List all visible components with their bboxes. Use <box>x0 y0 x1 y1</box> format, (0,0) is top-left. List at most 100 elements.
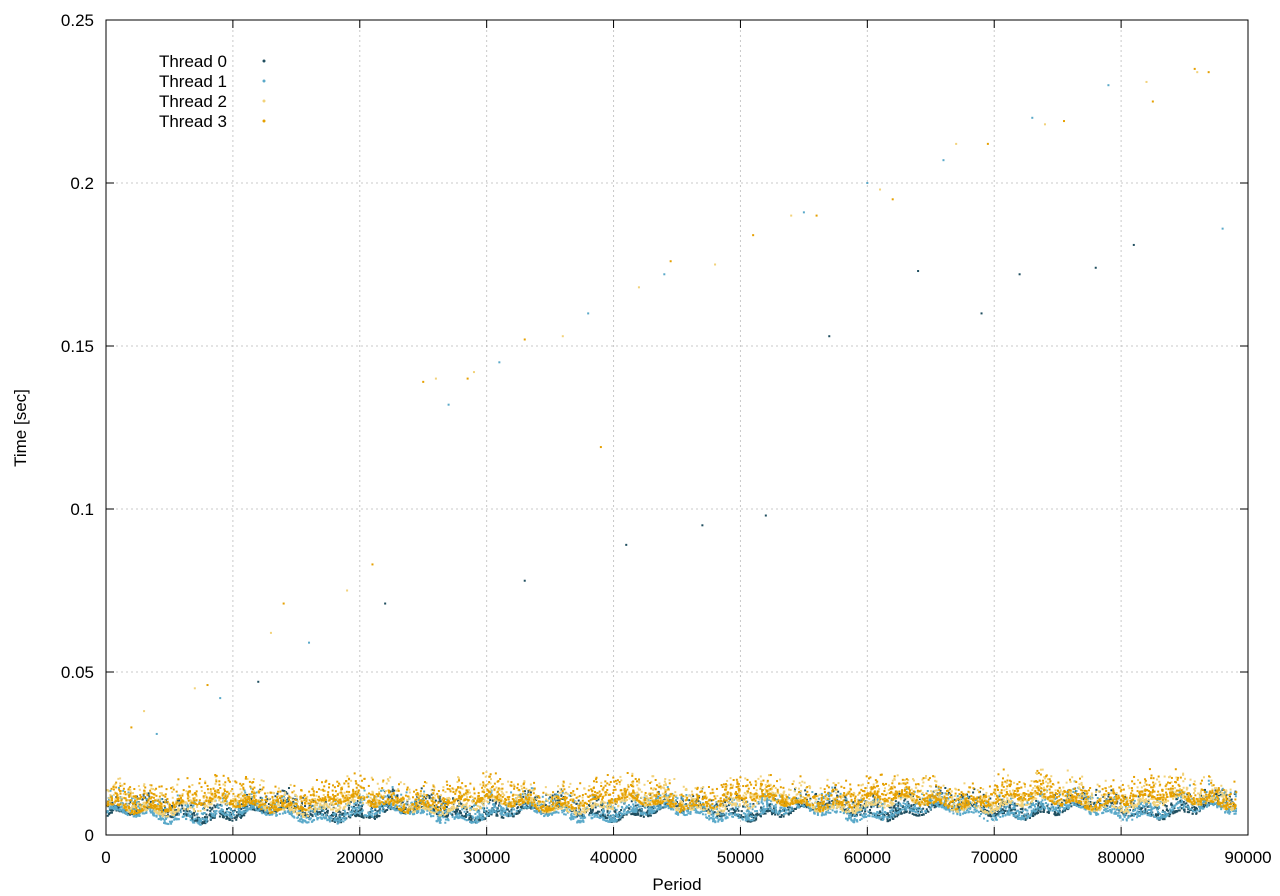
series-point <box>484 817 487 820</box>
series-point <box>1106 807 1109 810</box>
series-point <box>625 812 628 815</box>
series-point <box>330 817 333 820</box>
series-point <box>1142 806 1145 809</box>
series-point <box>816 813 819 816</box>
series-point <box>165 817 168 820</box>
series-point <box>613 816 616 819</box>
series-point <box>508 810 511 813</box>
series-point <box>108 813 111 816</box>
series-point <box>1158 812 1161 815</box>
series-point <box>1030 809 1033 812</box>
series-point <box>1125 819 1128 822</box>
series-point <box>200 812 203 815</box>
series-point <box>1113 812 1116 815</box>
series-point <box>374 812 377 815</box>
series-point <box>451 815 454 818</box>
series-point <box>304 805 307 808</box>
series-point <box>632 805 635 808</box>
series-point <box>896 811 899 814</box>
series-point <box>469 807 472 810</box>
series-point <box>400 793 403 796</box>
series-point <box>228 817 231 820</box>
series-point <box>451 813 454 816</box>
series-point <box>878 817 881 820</box>
series-point <box>358 811 361 814</box>
series-point <box>546 814 549 817</box>
series-point <box>1004 809 1007 812</box>
series-point <box>385 804 388 807</box>
series-point <box>476 810 479 813</box>
series-point <box>560 794 563 797</box>
series-point <box>924 810 927 813</box>
series-point <box>336 816 339 819</box>
series-point <box>579 817 582 820</box>
series-point <box>236 814 239 817</box>
series-point <box>721 818 724 821</box>
series-point <box>276 792 279 795</box>
series-point <box>237 809 240 812</box>
series-point <box>881 809 884 812</box>
series-point <box>336 822 339 825</box>
series-point <box>455 810 458 813</box>
series-point <box>1007 809 1010 812</box>
series-point <box>890 812 893 815</box>
series-point <box>370 814 373 817</box>
series-point <box>827 811 830 814</box>
series-point <box>237 811 240 814</box>
series-point <box>145 811 148 814</box>
series-point <box>905 806 908 809</box>
series-point <box>895 803 898 806</box>
series-point <box>192 818 195 821</box>
series-point <box>482 817 485 820</box>
series-point <box>1103 809 1106 812</box>
series-point <box>253 806 256 809</box>
series-point <box>1058 806 1061 809</box>
series-point <box>356 802 359 805</box>
series-point <box>193 814 196 817</box>
series-point <box>390 803 393 806</box>
series-point <box>1202 801 1205 804</box>
series-point <box>1013 811 1016 814</box>
series-point <box>463 818 466 821</box>
series-point <box>619 818 622 821</box>
series-point <box>649 811 652 814</box>
series-point <box>1132 814 1135 817</box>
series-point <box>894 800 897 803</box>
series-point <box>336 819 339 822</box>
outlier-point <box>917 270 920 273</box>
outlier-point <box>257 680 260 683</box>
series-point <box>914 810 917 813</box>
series-point <box>1169 811 1172 814</box>
series-point <box>189 816 192 819</box>
series-point <box>979 812 982 815</box>
series-point <box>620 805 623 808</box>
series-point <box>712 815 715 818</box>
series-point <box>388 806 391 809</box>
series-point <box>1061 811 1064 814</box>
series-point <box>189 819 192 822</box>
series-point <box>999 816 1002 819</box>
series-point <box>342 817 345 820</box>
series-point <box>574 816 577 819</box>
series-point <box>1191 812 1194 815</box>
series-point <box>342 820 345 823</box>
series-point <box>193 821 196 824</box>
series-point <box>1068 804 1071 807</box>
series-point <box>867 810 870 813</box>
series-point <box>260 811 263 814</box>
series-point <box>1049 809 1052 812</box>
series-point <box>510 810 513 813</box>
series-point <box>466 810 469 813</box>
series-point <box>231 819 234 822</box>
series-point <box>432 815 435 818</box>
series-point <box>1024 813 1027 816</box>
series-point <box>300 815 303 818</box>
series-point <box>314 815 317 818</box>
series-point <box>316 816 319 819</box>
series-point <box>159 815 162 818</box>
series-point <box>461 814 464 817</box>
series-point <box>1001 814 1004 817</box>
series-point <box>870 806 873 809</box>
series-point <box>922 813 925 816</box>
series-point <box>1075 790 1078 793</box>
